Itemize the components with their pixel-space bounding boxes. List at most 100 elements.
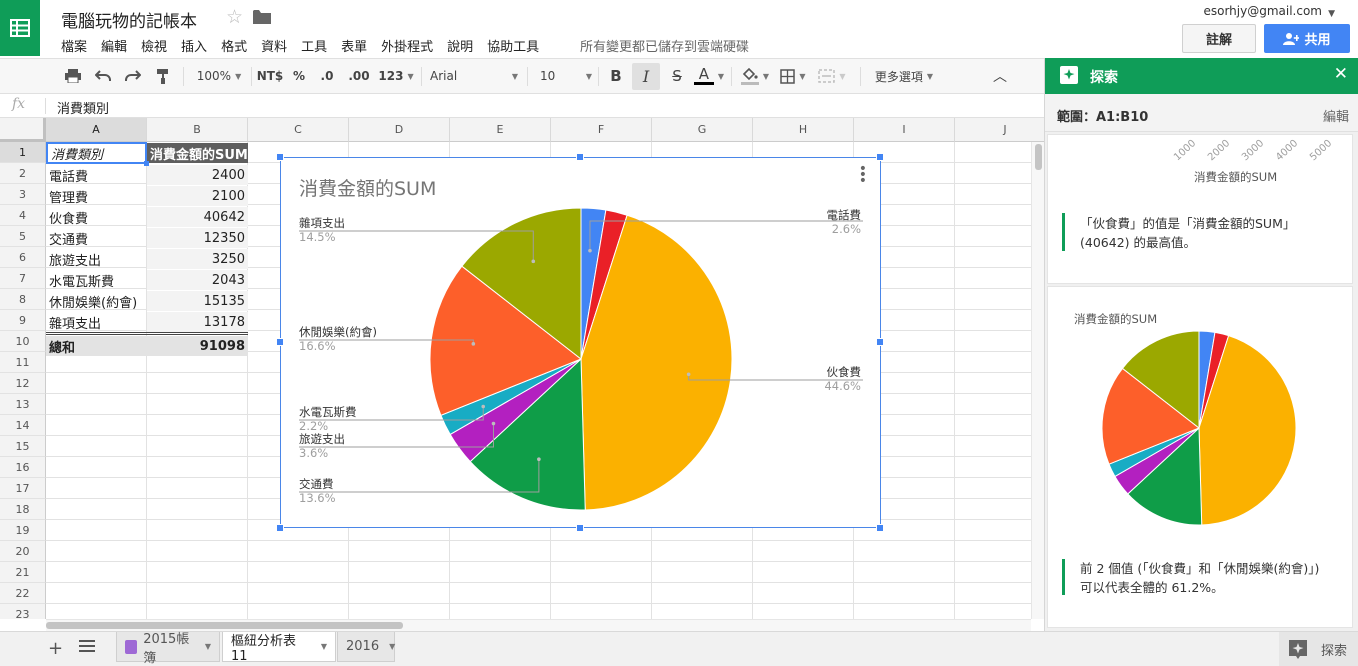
collapse-toolbar-icon[interactable]: ︿	[988, 59, 1012, 93]
menu-tools[interactable]: 工具	[301, 36, 327, 55]
zoom-select[interactable]: 100% ▼	[192, 59, 246, 93]
column-header-i[interactable]: I	[854, 118, 955, 142]
cell-b4[interactable]: 40642	[147, 207, 248, 227]
row-header-20[interactable]: 20	[0, 541, 46, 562]
row-header-7[interactable]: 7	[0, 268, 46, 289]
column-header-f[interactable]: F	[551, 118, 652, 142]
all-sheets-icon[interactable]	[79, 640, 95, 654]
row-header-23[interactable]: 23	[0, 604, 46, 619]
menu-accessibility[interactable]: 協助工具	[487, 36, 539, 55]
menu-format[interactable]: 格式	[221, 36, 247, 55]
font-size-select[interactable]: 10 ▼	[540, 59, 592, 93]
explore-button[interactable]: 探索	[1279, 632, 1358, 666]
more-formats-select[interactable]: 123 ▼	[377, 59, 415, 93]
row-header-2[interactable]: 2	[0, 163, 46, 184]
cell-a8[interactable]: 休閒娛樂(約會)	[46, 291, 147, 311]
edit-range-link[interactable]: 編輯	[1323, 106, 1349, 125]
cell-a2[interactable]: 電話費	[46, 165, 147, 185]
merge-cells-button[interactable]: ▼	[814, 59, 850, 93]
formula-input[interactable]: 消費類別	[57, 98, 109, 117]
resize-handle[interactable]	[876, 153, 884, 161]
menu-form[interactable]: 表單	[341, 36, 367, 55]
column-header-j[interactable]: J	[955, 118, 1044, 142]
resize-handle[interactable]	[276, 338, 284, 346]
chart-more-icon[interactable]: • • •	[859, 162, 867, 188]
borders-button[interactable]: ▼	[776, 59, 810, 93]
sheets-logo-icon[interactable]	[0, 0, 40, 56]
font-family-select[interactable]: Arial ▼	[430, 59, 518, 93]
comments-button[interactable]: 註解	[1182, 24, 1256, 53]
menu-edit[interactable]: 編輯	[101, 36, 127, 55]
row-header-3[interactable]: 3	[0, 184, 46, 205]
menu-help[interactable]: 說明	[447, 36, 473, 55]
cell-a7[interactable]: 水電瓦斯費	[46, 270, 147, 290]
row-header-15[interactable]: 15	[0, 436, 46, 457]
sheet-tab-2015[interactable]: 2015帳簿 ▼	[116, 632, 220, 666]
column-header-a[interactable]: A	[46, 118, 147, 142]
save-status[interactable]: 所有變更都已儲存到雲端硬碟	[580, 36, 749, 55]
explore-card-pie[interactable]: 消費金額的SUM 前 2 個值 (「伙食費」和「休閒娛樂(約會)」) 可以代表全…	[1047, 286, 1353, 628]
percent-format-button[interactable]: %	[288, 59, 310, 93]
cell-a10[interactable]: 總和	[46, 336, 147, 356]
print-icon[interactable]	[60, 59, 86, 93]
row-header-1[interactable]: 1	[0, 142, 46, 163]
cell-a6[interactable]: 旅遊支出	[46, 249, 147, 269]
more-options-button[interactable]: 更多選項 ▼	[868, 59, 940, 93]
column-header-d[interactable]: D	[349, 118, 450, 142]
fill-color-button[interactable]: ▼	[738, 59, 772, 93]
menu-file[interactable]: 檔案	[61, 36, 87, 55]
scrollbar-thumb[interactable]	[46, 622, 403, 629]
resize-handle[interactable]	[276, 153, 284, 161]
cell-b3[interactable]: 2100	[147, 186, 248, 206]
scrollbar-thumb[interactable]	[1035, 144, 1042, 170]
cell-a4[interactable]: 伙食費	[46, 207, 147, 227]
column-header-b[interactable]: B	[147, 118, 248, 142]
row-header-14[interactable]: 14	[0, 415, 46, 436]
italic-button[interactable]: I	[632, 63, 660, 90]
menu-addons[interactable]: 外掛程式	[381, 36, 433, 55]
currency-format-button[interactable]: NT$	[256, 59, 284, 93]
row-header-18[interactable]: 18	[0, 499, 46, 520]
document-title[interactable]: 電腦玩物的記帳本	[61, 7, 197, 32]
cell-a9[interactable]: 雜項支出	[46, 312, 147, 332]
row-header-19[interactable]: 19	[0, 520, 46, 541]
resize-handle[interactable]	[576, 153, 584, 161]
cell-b6[interactable]: 3250	[147, 249, 248, 269]
cell-b2[interactable]: 2400	[147, 165, 248, 185]
resize-handle[interactable]	[276, 524, 284, 532]
cell-a5[interactable]: 交通費	[46, 228, 147, 248]
decrease-decimal-button[interactable]: .0	[314, 59, 340, 93]
row-header-8[interactable]: 8	[0, 289, 46, 310]
chevron-down-icon[interactable]: ▼	[205, 642, 211, 651]
row-header-22[interactable]: 22	[0, 583, 46, 604]
sheet-tab-pivot[interactable]: 樞紐分析表 11 ▼	[222, 632, 336, 664]
select-all-corner[interactable]	[0, 118, 46, 142]
row-header-10[interactable]: 10	[0, 331, 46, 352]
vertical-scrollbar[interactable]	[1031, 142, 1044, 619]
cell-b8[interactable]: 15135	[147, 291, 248, 311]
redo-icon[interactable]	[120, 59, 146, 93]
paint-format-icon[interactable]	[150, 59, 176, 93]
cell-a1[interactable]: 消費類別	[46, 142, 147, 164]
resize-handle[interactable]	[876, 338, 884, 346]
bold-button[interactable]: B	[603, 59, 629, 93]
cell-b1[interactable]: 消費金額的SUM	[147, 143, 248, 163]
column-header-h[interactable]: H	[753, 118, 854, 142]
row-header-21[interactable]: 21	[0, 562, 46, 583]
increase-decimal-button[interactable]: .00	[344, 59, 374, 93]
explore-card-histogram[interactable]: 1000 2000 3000 4000 5000 消費金額的SUM 「伙食費」的…	[1047, 134, 1353, 284]
chevron-down-icon[interactable]: ▼	[389, 642, 395, 651]
row-header-16[interactable]: 16	[0, 457, 46, 478]
resize-handle[interactable]	[576, 524, 584, 532]
column-header-e[interactable]: E	[450, 118, 551, 142]
row-header-5[interactable]: 5	[0, 226, 46, 247]
row-header-6[interactable]: 6	[0, 247, 46, 268]
menu-data[interactable]: 資料	[261, 36, 287, 55]
cell-b7[interactable]: 2043	[147, 270, 248, 290]
menu-view[interactable]: 檢視	[141, 36, 167, 55]
cell-b9[interactable]: 13178	[147, 312, 248, 332]
account-dropdown-icon[interactable]: ▼	[1328, 9, 1335, 19]
row-header-13[interactable]: 13	[0, 394, 46, 415]
folder-icon[interactable]	[253, 9, 271, 24]
cell-b10[interactable]: 91098	[147, 336, 248, 356]
